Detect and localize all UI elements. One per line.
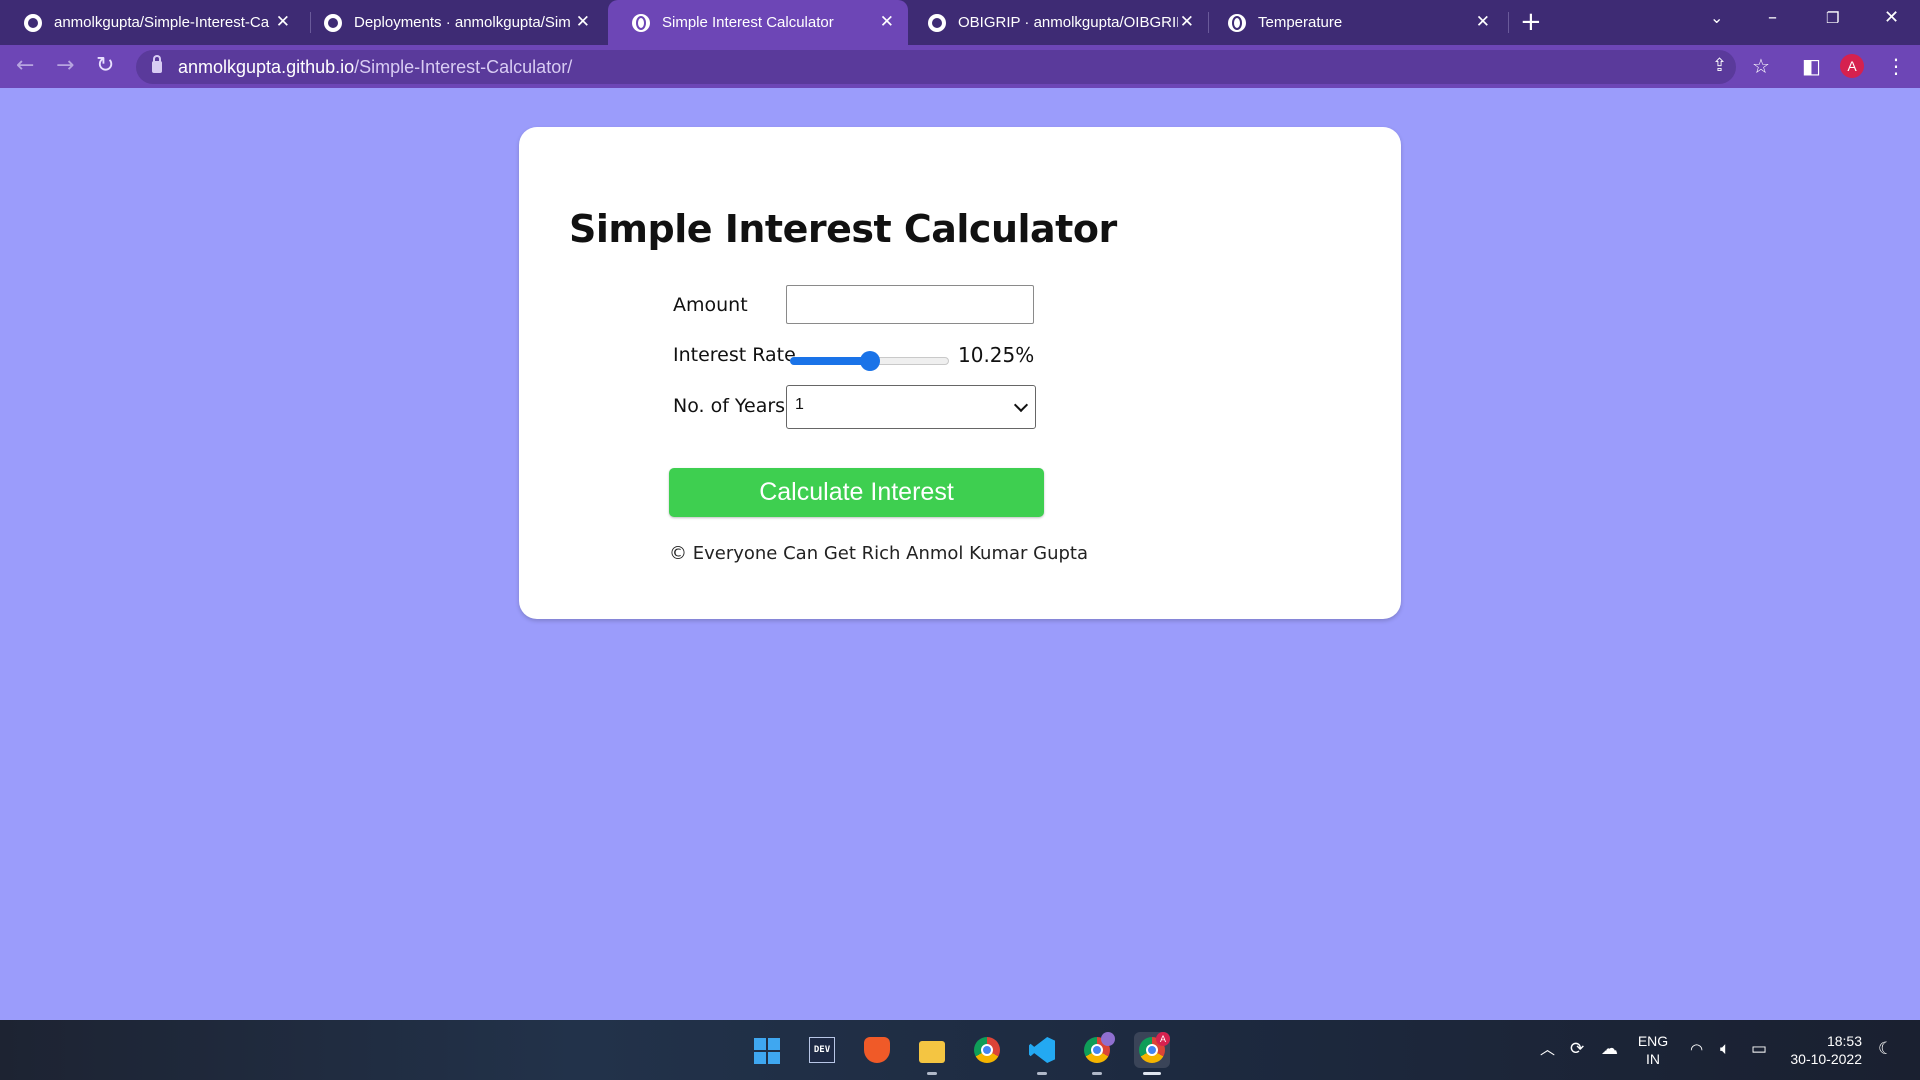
file-explorer-icon — [919, 1041, 945, 1063]
notification-moon-icon[interactable]: ☾ — [1878, 1038, 1893, 1060]
chrome-profile-app[interactable] — [1079, 1032, 1115, 1075]
tab-github-simple-interest[interactable]: anmolkgupta/Simple-Interest-Ca ✕ — [0, 0, 304, 45]
active-indicator — [1143, 1072, 1161, 1075]
lock-icon[interactable] — [152, 55, 162, 73]
running-indicator — [927, 1072, 937, 1075]
page-title: Simple Interest Calculator — [569, 207, 1117, 251]
windows-taskbar: DEV A ︿ ⟳ ☁ ENG IN ◠ 🔈︎ ▭ 18:53 30-10-20… — [0, 1020, 1920, 1080]
sync-icon[interactable]: ⟳ — [1570, 1038, 1584, 1060]
minimize-icon[interactable]: – — [1768, 6, 1777, 30]
volume-icon[interactable]: 🔈︎ — [1720, 1038, 1730, 1060]
window-close-icon[interactable]: ✕ — [1884, 6, 1899, 30]
close-icon[interactable]: ✕ — [576, 12, 590, 32]
github-icon — [928, 13, 946, 32]
tab-title: Simple Interest Calculator — [662, 14, 834, 31]
running-indicator — [1092, 1072, 1102, 1075]
share-icon[interactable]: ⇪ — [1712, 54, 1727, 78]
language-indicator[interactable]: ENG IN — [1636, 1032, 1670, 1068]
address-bar[interactable]: anmolkgupta.github.io/Simple-Interest-Ca… — [136, 50, 1736, 84]
tab-title: Deployments · anmolkgupta/Sim — [354, 14, 571, 31]
amount-input[interactable] — [786, 285, 1034, 324]
brave-icon — [864, 1037, 890, 1063]
onedrive-cloud-icon[interactable]: ☁ — [1601, 1038, 1618, 1060]
interest-rate-value: 10.25% — [958, 343, 1035, 367]
forward-icon[interactable]: → — [56, 53, 74, 79]
vscode-icon — [1029, 1037, 1055, 1063]
wifi-icon[interactable]: ◠ — [1690, 1038, 1703, 1060]
tab-title: OBIGRIP · anmolkgupta/OIBGRIP — [958, 14, 1178, 31]
browser-tab-strip: anmolkgupta/Simple-Interest-Ca ✕ Deploym… — [0, 0, 1920, 45]
calculator-card: Simple Interest Calculator Amount Intere… — [519, 127, 1401, 619]
windows-start-icon — [754, 1038, 780, 1064]
calculate-interest-button[interactable]: Calculate Interest — [669, 468, 1044, 517]
github-icon — [24, 13, 42, 32]
slider-thumb[interactable] — [860, 351, 880, 371]
dev-home-app[interactable]: DEV — [804, 1032, 840, 1068]
globe-icon — [1228, 13, 1246, 32]
bookmark-star-icon[interactable]: ☆ — [1752, 54, 1770, 78]
amount-label: Amount — [673, 294, 748, 316]
restore-icon[interactable]: ❐ — [1826, 6, 1839, 30]
more-menu-icon[interactable]: ⋮ — [1886, 54, 1906, 78]
file-explorer-app[interactable] — [914, 1032, 950, 1075]
side-panel-icon[interactable]: ◧ — [1802, 54, 1821, 78]
clock-date: 30-10-2022 — [1790, 1051, 1862, 1067]
footer-credit: © Everyone Can Get Rich Anmol Kumar Gupt… — [669, 543, 1089, 564]
language-region: IN — [1646, 1051, 1660, 1067]
tab-title: anmolkgupta/Simple-Interest-Ca — [54, 14, 270, 31]
close-icon[interactable]: ✕ — [880, 12, 894, 32]
close-icon[interactable]: ✕ — [1180, 12, 1194, 32]
globe-icon — [632, 13, 650, 32]
chevron-down-icon — [1013, 397, 1029, 413]
chrome-app[interactable] — [969, 1032, 1005, 1068]
slider-fill — [790, 357, 870, 365]
running-indicator — [1037, 1072, 1047, 1075]
interest-rate-label: Interest Rate — [673, 344, 796, 366]
new-tab-button[interactable]: + — [1520, 8, 1542, 36]
battery-icon[interactable]: ▭ — [1751, 1038, 1767, 1060]
start-button[interactable] — [748, 1032, 784, 1068]
chrome-icon — [974, 1037, 1000, 1063]
close-icon[interactable]: ✕ — [1476, 12, 1490, 32]
profile-badge-icon — [1101, 1032, 1115, 1046]
browser-toolbar: ← → ↻ anmolkgupta.github.io/Simple-Inter… — [0, 45, 1920, 88]
tab-deployments[interactable]: Deployments · anmolkgupta/Sim ✕ — [300, 0, 604, 45]
vscode-app[interactable] — [1024, 1032, 1060, 1075]
tab-title: Temperature — [1258, 14, 1343, 31]
tab-search-chevron-icon[interactable]: ⌄ — [1710, 6, 1723, 30]
chevron-up-icon[interactable]: ︿ — [1540, 1038, 1555, 1060]
url-path: /Simple-Interest-Calculator/ — [354, 57, 573, 77]
years-select[interactable]: 1 — [786, 385, 1036, 429]
clock[interactable]: 18:53 30-10-2022 — [1784, 1032, 1862, 1068]
reload-icon[interactable]: ↻ — [96, 53, 114, 79]
tab-simple-interest-calculator[interactable]: Simple Interest Calculator ✕ — [608, 0, 908, 45]
back-icon[interactable]: ← — [16, 53, 34, 79]
profile-avatar[interactable]: A — [1840, 54, 1864, 78]
close-icon[interactable]: ✕ — [276, 12, 290, 32]
years-label: No. of Years — [673, 395, 786, 417]
interest-rate-slider[interactable] — [790, 351, 949, 371]
url-domain: anmolkgupta.github.io — [178, 57, 355, 77]
brave-app[interactable] — [859, 1032, 895, 1068]
tab-obigrip[interactable]: OBIGRIP · anmolkgupta/OIBGRIP ✕ — [904, 0, 1208, 45]
years-selected-value: 1 — [795, 396, 804, 413]
tab-temperature[interactable]: Temperature ✕ — [1204, 0, 1504, 45]
github-icon — [324, 13, 342, 32]
clock-time: 18:53 — [1826, 1033, 1862, 1049]
profile-badge: A — [1156, 1032, 1170, 1046]
url-text[interactable]: anmolkgupta.github.io/Simple-Interest-Ca… — [178, 57, 572, 78]
language-code: ENG — [1637, 1033, 1669, 1049]
dev-home-icon: DEV — [809, 1037, 835, 1063]
chrome-active-app[interactable]: A — [1134, 1032, 1170, 1075]
tab-divider — [1508, 12, 1509, 33]
